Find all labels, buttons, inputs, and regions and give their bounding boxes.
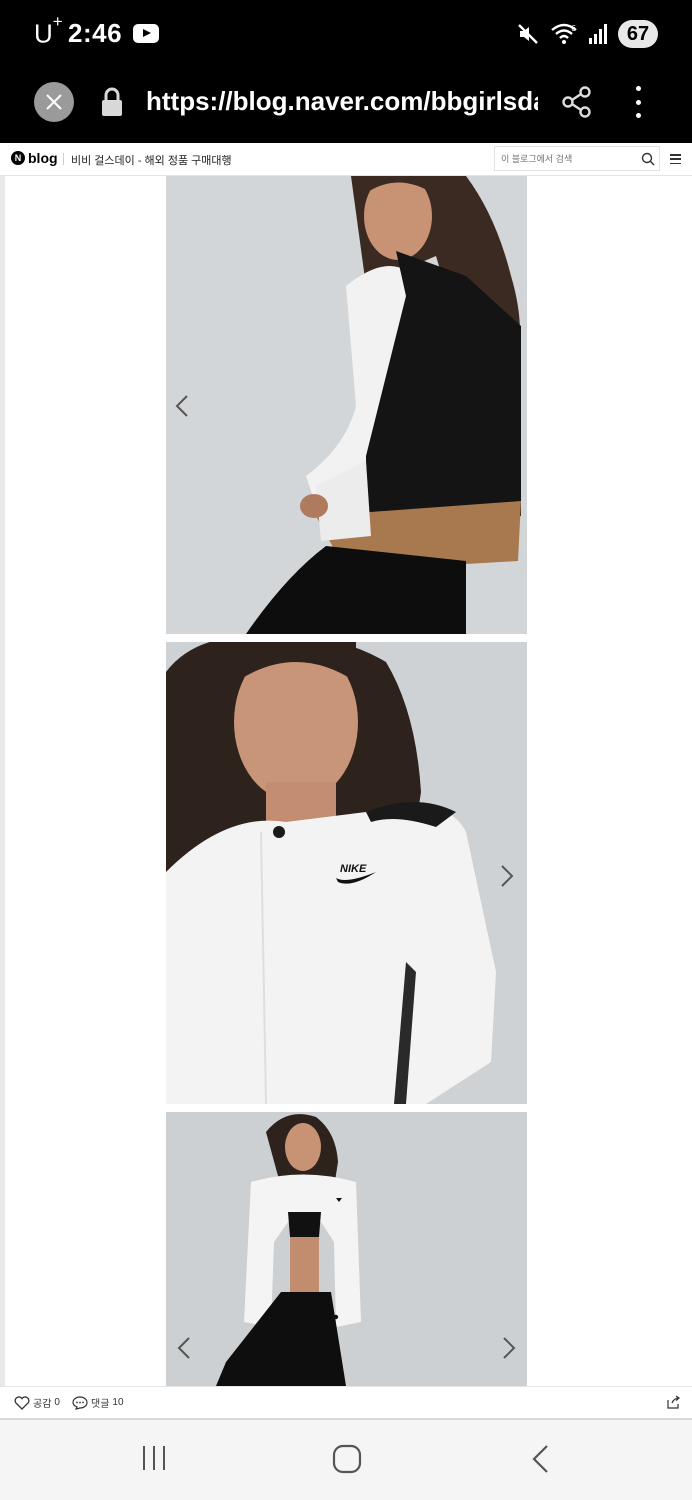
battery-indicator: 67 — [618, 20, 658, 48]
close-button[interactable] — [34, 82, 74, 122]
web-page: N blog 비비 걸스데이 - 해외 정품 구매대행 이 블로그에서 검색 N… — [0, 143, 692, 1418]
left-scroll-edge — [0, 176, 5, 1386]
comment-icon — [72, 1395, 88, 1410]
menu-icon[interactable] — [670, 154, 681, 164]
close-icon — [46, 94, 62, 110]
recent-apps-icon[interactable] — [140, 1444, 168, 1472]
comment-label: 댓글 — [91, 1399, 110, 1410]
carrier-label: U+ — [34, 12, 63, 49]
header-divider — [63, 153, 64, 165]
url-bar[interactable]: https://blog.naver.com/bbgirlsday — [146, 86, 538, 117]
mute-icon — [518, 24, 538, 44]
photo-full-view — [166, 1112, 527, 1386]
blog-search[interactable] — [494, 146, 660, 171]
back-icon[interactable] — [530, 1444, 550, 1474]
share-icon[interactable] — [666, 1395, 681, 1409]
chevron-left-icon — [177, 1337, 190, 1359]
signal-icon — [589, 24, 607, 44]
chevron-right-icon — [501, 865, 514, 887]
photo-front-view: NIKE — [166, 642, 527, 1104]
youtube-icon — [133, 24, 159, 43]
prev-photo-button[interactable] — [172, 1332, 196, 1364]
chevron-right-icon — [503, 1337, 516, 1359]
comment-count: 10 — [112, 1397, 124, 1408]
status-bar: U+ 2:46 6 67 — [0, 0, 692, 68]
product-photo-full[interactable] — [166, 1112, 527, 1386]
nike-logo-text: NIKE — [340, 863, 367, 875]
naver-logo[interactable]: N — [11, 151, 25, 165]
post-action-bar: 공감 0 댓글 10 — [0, 1386, 692, 1418]
system-nav-bar — [0, 1418, 692, 1500]
next-photo-button[interactable] — [497, 1332, 521, 1364]
like-label: 공감 — [33, 1399, 52, 1410]
blog-title[interactable]: 비비 걸스데이 - 해외 정품 구매대행 — [71, 152, 232, 168]
product-photo-back[interactable] — [166, 176, 527, 634]
search-icon[interactable] — [641, 152, 655, 166]
blog-header: N blog 비비 걸스데이 - 해외 정품 구매대행 — [0, 143, 692, 176]
share-icon[interactable] — [562, 86, 592, 118]
search-input[interactable] — [495, 147, 635, 170]
blog-logo-text[interactable]: blog — [28, 150, 58, 166]
photo-back-view — [166, 176, 527, 634]
chevron-left-icon — [175, 395, 188, 417]
heart-icon — [14, 1395, 30, 1410]
more-icon[interactable] — [632, 86, 644, 118]
comment-button[interactable]: 댓글 10 — [72, 1395, 124, 1410]
like-button[interactable]: 공감 0 — [14, 1395, 60, 1410]
lock-icon — [102, 87, 122, 116]
status-icons: 6 67 — [516, 18, 658, 50]
like-count: 0 — [54, 1397, 60, 1408]
product-photo-front[interactable]: NIKE — [166, 642, 527, 1104]
svg-text:6: 6 — [571, 24, 576, 33]
home-icon[interactable] — [332, 1444, 362, 1474]
prev-photo-button[interactable] — [170, 390, 194, 422]
wifi-icon: 6 — [551, 23, 577, 44]
clock: 2:46 — [68, 18, 123, 48]
browser-toolbar: https://blog.naver.com/bbgirlsday — [0, 68, 692, 143]
next-photo-button[interactable] — [495, 860, 519, 892]
